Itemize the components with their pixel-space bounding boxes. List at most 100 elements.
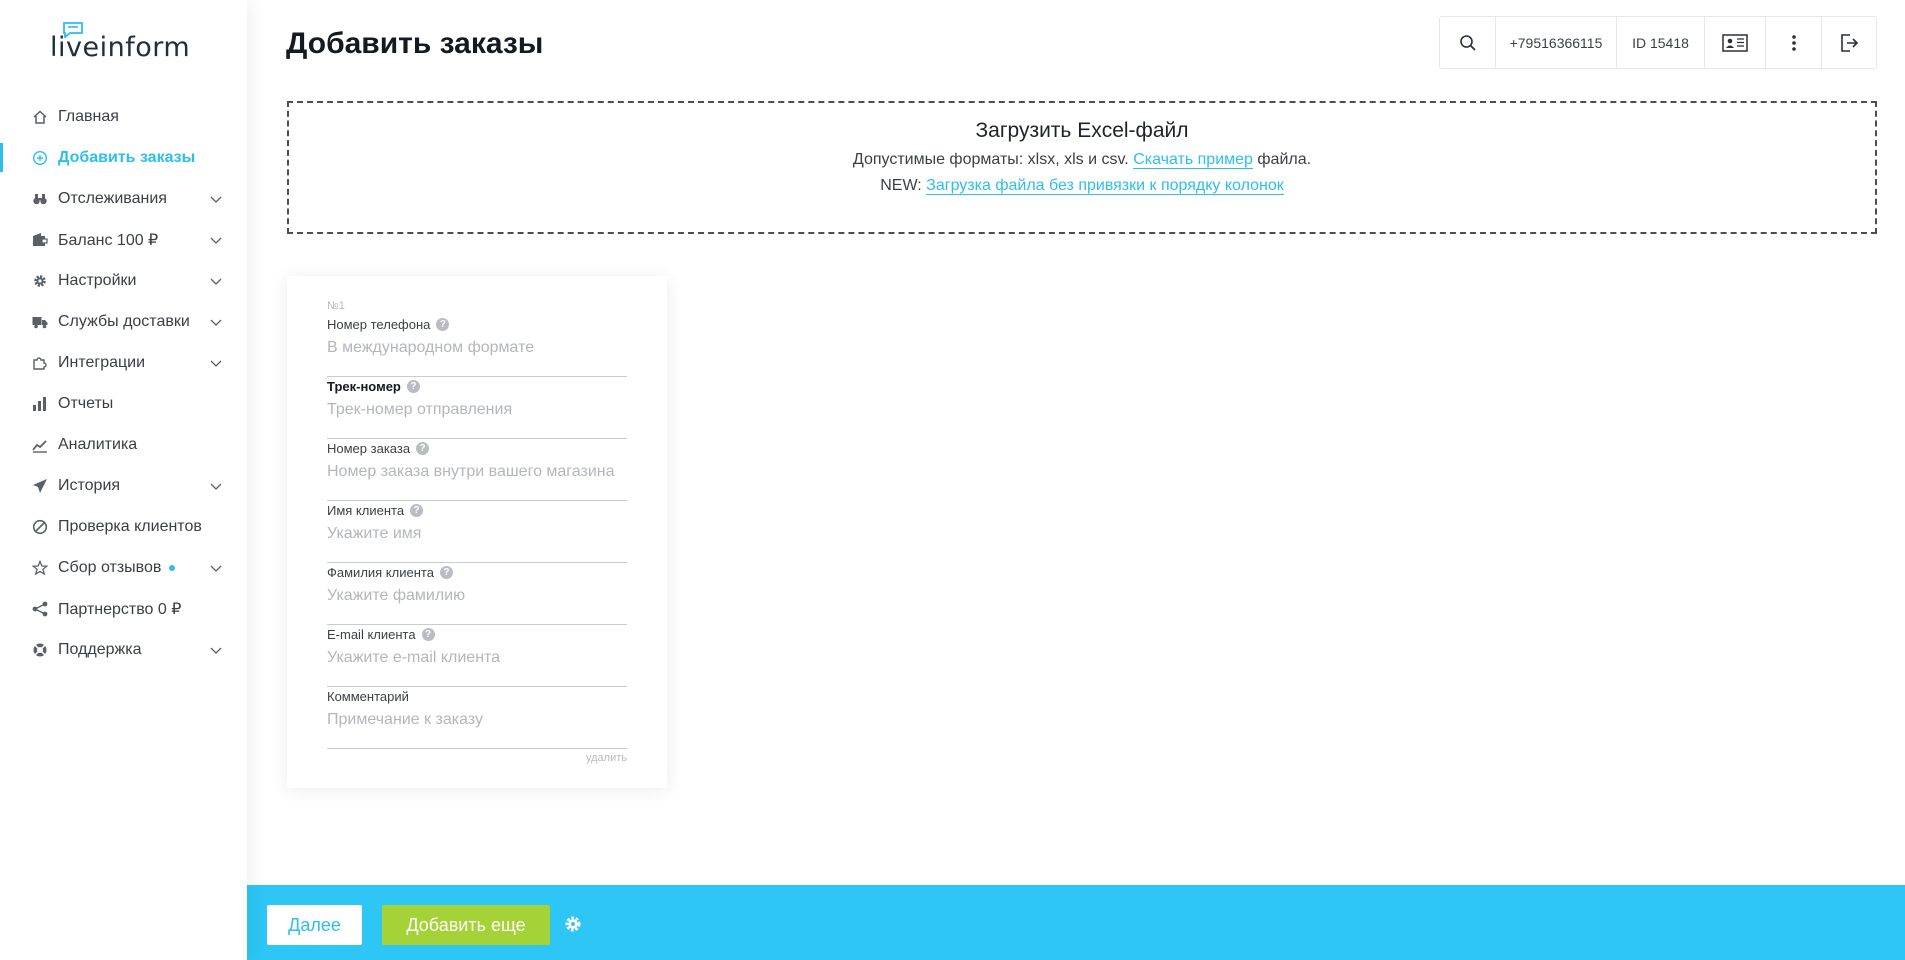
comment-label-text: Комментарий (327, 688, 409, 704)
chevron-down-icon (210, 483, 222, 490)
email-field-group: E-mail клиента ? (327, 625, 627, 687)
sidebar-item-tracking[interactable]: Отслеживания (0, 178, 247, 219)
phone-field-label: Номер телефона ? (327, 315, 627, 333)
email-input[interactable] (327, 647, 627, 669)
sidebar-item-client-check[interactable]: Проверка клиентов (0, 506, 247, 547)
home-icon (32, 109, 48, 125)
email-label-text: E-mail клиента (327, 626, 416, 642)
upload-title: Загрузить Excel-файл (975, 119, 1189, 142)
search-icon (1459, 34, 1476, 51)
last-name-input[interactable] (327, 585, 627, 607)
order-number: №1 (327, 300, 345, 312)
order-id-field-label: Номер заказа ? (327, 439, 627, 457)
help-icon[interactable]: ? (406, 379, 420, 393)
profile-button[interactable] (1705, 17, 1766, 68)
phone-input[interactable] (327, 337, 627, 359)
chevron-down-icon (210, 196, 222, 203)
sidebar-item-label: Интеграции (58, 353, 146, 371)
truck-icon (32, 314, 48, 330)
chevron-down-icon (210, 360, 222, 367)
column-free-upload-link[interactable]: Загрузка файла без привязки к порядку ко… (926, 177, 1284, 195)
sidebar-item-label: Поддержка (58, 640, 142, 658)
more-vertical-icon (1791, 34, 1796, 51)
upload-formats-line: Допустимые форматы: xlsx, xls и csv. Ска… (289, 151, 1875, 169)
binoculars-icon (32, 191, 48, 207)
sidebar-item-label: Сбор отзывов (58, 558, 162, 576)
sidebar-item-label: Главная (58, 107, 119, 125)
sidebar-item-add-orders[interactable]: Добавить заказы (0, 137, 247, 178)
order-number-input[interactable] (327, 461, 627, 483)
plus-circle-icon (32, 150, 48, 166)
sidebar-item-analytics[interactable]: Аналитика (0, 424, 247, 465)
sidebar-item-label: Добавить заказы (58, 148, 196, 166)
bottom-action-bar: Далее Добавить еще (247, 885, 1905, 960)
chevron-down-icon (210, 237, 222, 244)
account-id[interactable]: ID 15418 (1617, 17, 1705, 68)
upload-new-line: NEW: Загрузка файла без привязки к поряд… (289, 177, 1875, 195)
help-icon[interactable]: ? (436, 317, 450, 331)
paper-plane-icon (32, 478, 48, 494)
wallet-icon (32, 232, 48, 248)
sidebar-item-settings[interactable]: Настройки (0, 260, 247, 301)
help-icon[interactable]: ? (410, 503, 424, 517)
sidebar-item-delivery[interactable]: Службы доставки (0, 301, 247, 342)
logout-button[interactable] (1822, 17, 1876, 68)
sidebar-item-history[interactable]: История (0, 465, 247, 506)
last-name-label-text: Фамилия клиента (327, 564, 434, 580)
delete-order-link[interactable]: удалить (586, 752, 627, 764)
track-number-input[interactable] (327, 399, 627, 421)
account-phone[interactable]: +79516366115 (1496, 17, 1617, 68)
notification-dot (169, 564, 176, 571)
star-icon (32, 559, 48, 576)
search-button[interactable] (1440, 17, 1496, 68)
sidebar-item-reviews[interactable]: Сбор отзывов (0, 547, 247, 588)
chevron-down-icon (210, 278, 222, 285)
chevron-down-icon (210, 319, 222, 326)
add-more-button[interactable]: Добавить еще (382, 905, 550, 945)
order-card: №1 Номер телефона ? Трек-номер ? Номер з… (287, 276, 667, 788)
chevron-down-icon (210, 647, 222, 654)
ban-icon (32, 519, 48, 535)
sidebar-item-partnership[interactable]: Партнерство 0 ₽ (0, 588, 247, 629)
excel-upload-dropzone[interactable]: Загрузить Excel-файл Допустимые форматы:… (287, 101, 1877, 234)
help-icon[interactable]: ? (439, 565, 453, 579)
lifebuoy-icon (32, 642, 48, 658)
help-icon[interactable]: ? (421, 627, 435, 641)
comment-field-label: Комментарий (327, 687, 627, 705)
sidebar-item-label: Отслеживания (58, 189, 167, 207)
sidebar-item-label: Службы доставки (58, 312, 190, 330)
bar-chart-icon (32, 396, 48, 412)
phone-field-group: Номер телефона ? (327, 315, 627, 377)
puzzle-icon (32, 355, 48, 371)
gear-icon[interactable] (563, 914, 583, 934)
chevron-down-icon (210, 565, 222, 572)
comment-field-group: Комментарий (327, 687, 627, 749)
sidebar-item-integrations[interactable]: Интеграции (0, 342, 247, 383)
top-toolbar: +79516366115 ID 15418 (1439, 16, 1877, 69)
first-name-field-group: Имя клиента ? (327, 501, 627, 563)
gear-icon (32, 273, 48, 289)
sidebar-item-balance[interactable]: Баланс 100 ₽ (0, 219, 247, 260)
logo-text: liveinform (50, 32, 191, 63)
line-chart-icon (32, 437, 48, 453)
upload-new-prefix: NEW: (880, 177, 927, 194)
help-icon[interactable]: ? (416, 441, 430, 455)
sidebar-item-home[interactable]: Главная (0, 96, 247, 137)
upload-formats-suffix: файла. (1252, 151, 1312, 168)
sidebar-item-support[interactable]: Поддержка (0, 629, 247, 670)
track-label-text: Трек-номер (327, 378, 401, 394)
comment-input[interactable] (327, 709, 627, 731)
sidebar-item-label: Настройки (58, 271, 137, 289)
share-icon (32, 601, 48, 617)
id-card-icon (1722, 33, 1748, 52)
download-sample-link[interactable]: Скачать пример (1133, 151, 1253, 169)
phone-label-text: Номер телефона (327, 316, 431, 332)
more-menu-button[interactable] (1766, 17, 1822, 68)
first-name-input[interactable] (327, 523, 627, 545)
last-name-field-label: Фамилия клиента ? (327, 563, 627, 581)
email-field-label: E-mail клиента ? (327, 625, 627, 643)
page-title: Добавить заказы (286, 27, 544, 60)
track-field-label: Трек-номер ? (327, 377, 627, 395)
next-button[interactable]: Далее (267, 905, 362, 945)
sidebar-item-reports[interactable]: Отчеты (0, 383, 247, 424)
